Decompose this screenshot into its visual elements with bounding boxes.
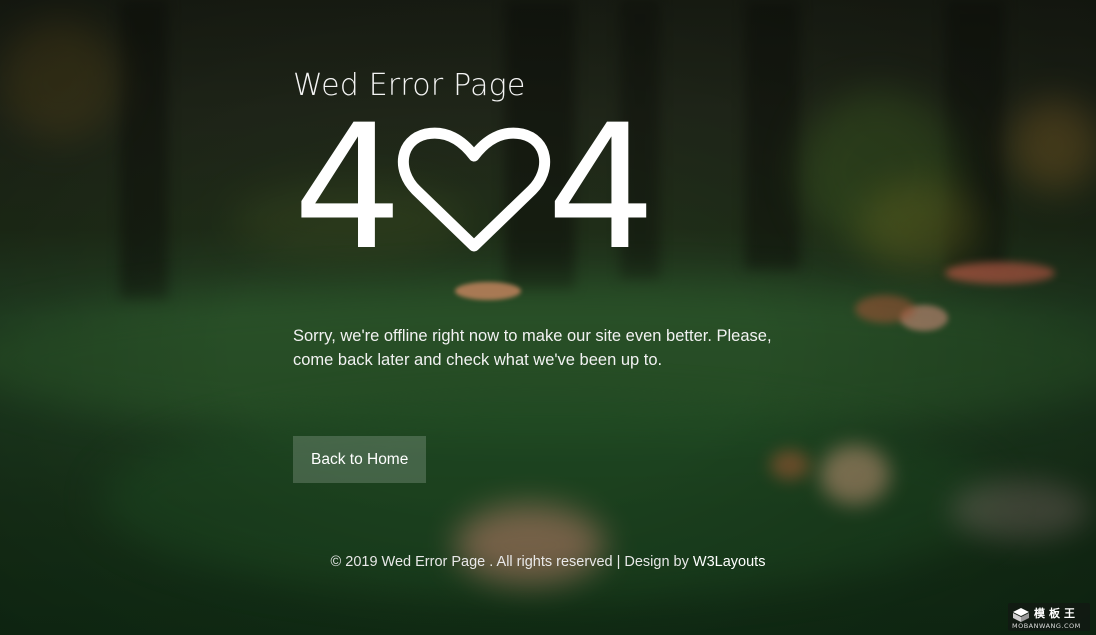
error-message-line: Sorry, we're offline right now to make o… bbox=[293, 327, 772, 345]
back-to-home-button[interactable]: Back to Home bbox=[293, 436, 427, 483]
footer-copyright: © 2019 Wed Error Page . All rights reser… bbox=[330, 554, 693, 570]
error-message-line: come back later and check what we've bee… bbox=[293, 351, 663, 369]
footer: © 2019 Wed Error Page . All rights reser… bbox=[0, 554, 1096, 570]
error-code-404: 4 4 bbox=[293, 87, 813, 288]
cube-icon bbox=[1013, 608, 1029, 622]
error-content: Wed Error Page 4 4 Sorry, we're offline … bbox=[293, 66, 813, 483]
error-code-digit-left: 4 bbox=[293, 87, 402, 288]
watermark-title: 模板王 bbox=[1034, 607, 1079, 620]
heart-outline-icon bbox=[398, 127, 551, 252]
error-code-digit-right: 4 bbox=[546, 87, 655, 288]
error-message: Sorry, we're offline right now to make o… bbox=[293, 324, 793, 372]
watermark-url: MOBANWANG.COM bbox=[1012, 622, 1081, 630]
watermark-logo: 模板王 MOBANWANG.COM bbox=[1008, 603, 1090, 631]
footer-brand-link[interactable]: W3Layouts bbox=[693, 554, 766, 570]
